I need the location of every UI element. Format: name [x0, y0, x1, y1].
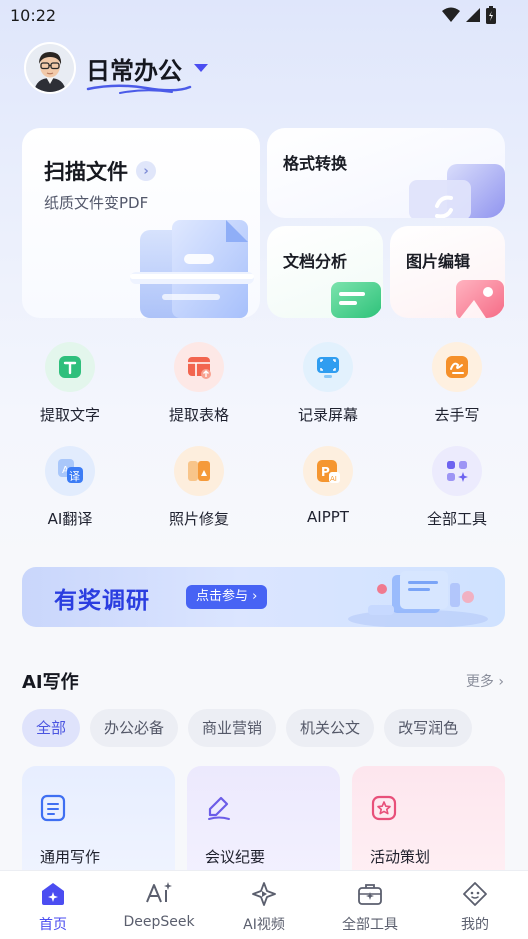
ai-writing-more-link[interactable]: 更多 › — [466, 671, 504, 691]
survey-banner[interactable]: 有奖调研 点击参与 › — [22, 567, 505, 627]
scan-file-title-text: 扫描文件 — [44, 160, 128, 184]
doc-analysis-illustration-icon — [331, 282, 381, 318]
chip-marketing[interactable]: 商业营销 — [188, 709, 277, 747]
tool-extract-text[interactable]: 提取文字 — [6, 342, 134, 425]
tool-label: AIPPT — [307, 508, 349, 526]
battery-icon — [486, 6, 496, 24]
writing-card-label: 通用写作 — [40, 848, 101, 866]
format-convert-illustration-icon — [409, 164, 505, 218]
video-sparkle-icon — [211, 879, 317, 909]
chip-office[interactable]: 办公必备 — [90, 709, 179, 747]
image-edit-illustration-icon — [456, 280, 504, 318]
nav-label: DeepSeek — [123, 914, 195, 930]
scan-file-card[interactable]: 扫描文件 › 纸质文件变PDF — [22, 128, 260, 318]
wifi-icon — [442, 7, 460, 22]
scan-file-subtitle: 纸质文件变PDF — [44, 194, 149, 212]
image-edit-card[interactable]: 图片编辑 — [390, 226, 505, 318]
toolbox-icon — [317, 879, 423, 909]
tool-photo-repair[interactable]: 照片修复 — [135, 446, 263, 529]
tool-label: 提取文字 — [39, 406, 100, 424]
title-underline-icon — [86, 84, 192, 94]
writing-card-event-plan[interactable]: 活动策划 — [352, 766, 505, 886]
nav-deepseek[interactable]: DeepSeek — [106, 879, 212, 930]
chip-official-docs[interactable]: 机关公文 — [286, 709, 375, 747]
document-icon — [40, 794, 66, 822]
format-convert-title: 格式转换 — [283, 154, 348, 173]
nav-mine[interactable]: 我的 — [422, 879, 528, 934]
ai-writing-category-chips: 全部 办公必备 商业营销 机关公文 改写润色 — [22, 709, 473, 747]
workspace-dropdown-caret-icon[interactable] — [194, 64, 208, 72]
status-bar: 10:22 — [0, 0, 528, 32]
home-icon — [0, 879, 106, 909]
chip-all[interactable]: 全部 — [22, 709, 81, 747]
svg-text:P: P — [321, 465, 330, 479]
tool-extract-table[interactable]: 提取表格 — [135, 342, 263, 425]
nav-label: 全部工具 — [342, 917, 398, 933]
writing-card-label: 活动策划 — [370, 848, 431, 866]
tool-label: AI翻译 — [47, 510, 93, 528]
tool-label: 提取表格 — [168, 406, 229, 424]
survey-illustration-icon — [348, 571, 488, 627]
nav-home[interactable]: 首页 — [0, 879, 106, 934]
status-icons — [442, 6, 496, 24]
translate-icon: A译 — [45, 446, 95, 496]
erase-handwriting-icon — [432, 342, 482, 392]
doc-analysis-card[interactable]: 文档分析 — [267, 226, 383, 318]
banner-title: 有奖调研 — [54, 588, 150, 614]
writing-card-general[interactable]: 通用写作 — [22, 766, 175, 886]
nav-ai-video[interactable]: AI视频 — [211, 879, 317, 934]
text-scan-icon — [45, 342, 95, 392]
bottom-nav: 首页 DeepSeek AI视频 全部工具 我的 — [0, 870, 528, 939]
svg-text:AI: AI — [330, 475, 337, 483]
avatar-image-icon — [26, 44, 74, 92]
writing-card-minutes[interactable]: 会议纪要 — [187, 766, 340, 886]
ai-text-icon — [106, 879, 212, 909]
status-time: 10:22 — [10, 6, 57, 25]
tool-label: 记录屏幕 — [297, 406, 358, 424]
tool-label: 去手写 — [434, 406, 480, 424]
chevron-right-icon: › — [136, 161, 156, 181]
table-icon — [174, 342, 224, 392]
scan-file-title: 扫描文件 › — [44, 156, 156, 186]
scanner-illustration-icon — [130, 220, 254, 318]
ppt-icon: P AI — [303, 446, 353, 496]
tool-all-tools[interactable]: 全部工具 — [393, 446, 521, 529]
photo-repair-icon — [174, 446, 224, 496]
workspace-title[interactable]: 日常办公 — [86, 51, 192, 94]
screen-record-icon — [303, 342, 353, 392]
writing-card-label: 会议纪要 — [205, 848, 266, 866]
avatar[interactable] — [24, 42, 76, 94]
tool-aippt[interactable]: P AI AIPPT — [264, 446, 392, 526]
banner-join-button[interactable]: 点击参与 › — [186, 585, 268, 609]
workspace-header[interactable]: 日常办公 — [24, 40, 208, 96]
nav-label: 首页 — [39, 917, 67, 933]
tool-remove-handwriting[interactable]: 去手写 — [393, 342, 521, 425]
format-convert-card[interactable]: 格式转换 — [267, 128, 505, 218]
tool-record-screen[interactable]: 记录屏幕 — [264, 342, 392, 425]
chip-rewrite[interactable]: 改写润色 — [384, 709, 473, 747]
nav-label: 我的 — [461, 917, 489, 933]
grid-icon — [432, 446, 482, 496]
tool-label: 全部工具 — [426, 510, 487, 528]
profile-icon — [422, 879, 528, 909]
cellular-signal-icon — [466, 8, 480, 22]
nav-all-tools[interactable]: 全部工具 — [317, 879, 423, 934]
tool-ai-translate[interactable]: A译 AI翻译 — [6, 446, 134, 529]
star-badge-icon — [371, 795, 397, 821]
doc-analysis-title: 文档分析 — [283, 252, 348, 271]
pen-icon — [208, 796, 230, 820]
ai-writing-title: AI写作 — [22, 672, 79, 693]
nav-label: AI视频 — [243, 917, 285, 933]
tool-label: 照片修复 — [168, 510, 229, 528]
svg-text:译: 译 — [69, 470, 80, 483]
image-edit-title: 图片编辑 — [406, 252, 471, 271]
